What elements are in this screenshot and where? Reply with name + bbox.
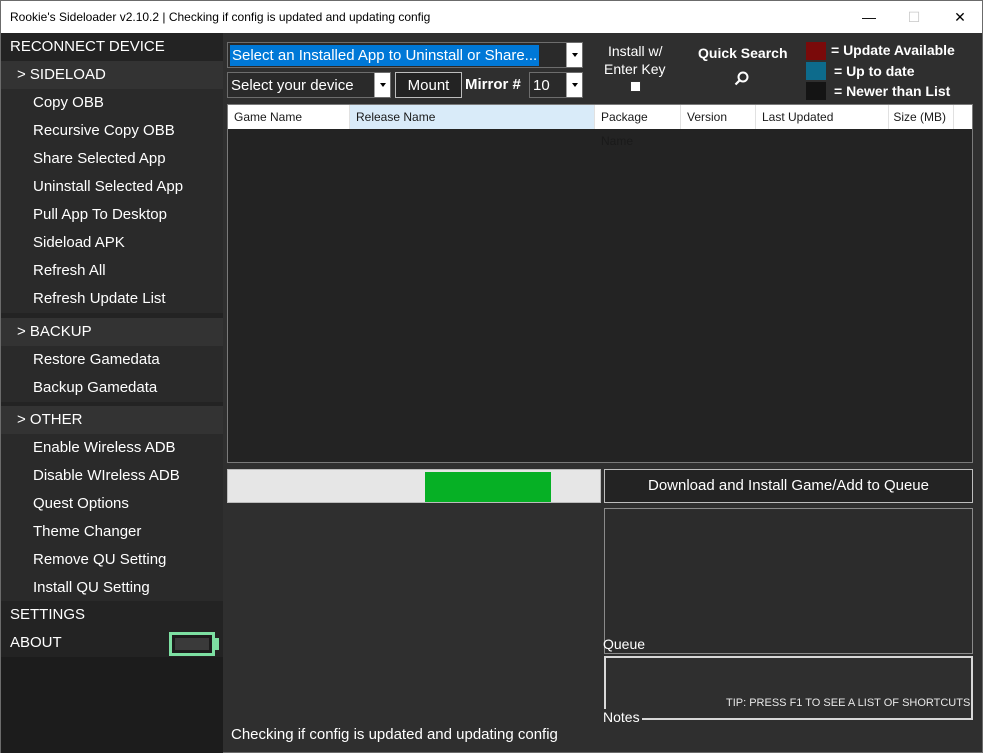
mirror-select[interactable]: 10 (529, 72, 583, 98)
shortcut-tip: TIP: PRESS F1 TO SEE A LIST OF SHORTCUTS (726, 697, 971, 709)
status-text: Checking if config is updated and updati… (231, 726, 558, 743)
update-available-swatch (806, 42, 826, 60)
app-window: Rookie's Sideloader v2.10.2 | Checking i… (0, 0, 983, 753)
mirror-select-value: 10 (533, 77, 550, 94)
close-button[interactable]: ✕ (948, 5, 972, 29)
up-to-date-label: = Up to date (834, 63, 915, 79)
queue-label: Queue (603, 636, 646, 652)
update-available-label: = Update Available (831, 42, 955, 58)
game-list-header: Game Name Release Name Package Name Vers… (228, 105, 972, 148)
column-version[interactable]: Version (681, 105, 756, 129)
queue-panel[interactable] (604, 508, 973, 654)
install-enter-key-label-1: Install w/ (608, 43, 663, 59)
sideload-apk-button[interactable]: Sideload APK (1, 229, 223, 257)
chevron-down-icon[interactable] (566, 43, 582, 67)
column-package-name[interactable]: Package Name (595, 105, 681, 148)
mount-button[interactable]: Mount (395, 72, 462, 98)
installed-app-select[interactable]: Select an Installed App to Uninstall or … (227, 42, 583, 68)
column-last-updated[interactable]: Last Updated (756, 105, 889, 129)
download-progress-fill (425, 472, 551, 502)
column-release-name[interactable]: Release Name (350, 105, 595, 129)
download-progress-bar (227, 469, 601, 503)
enable-wireless-adb-button[interactable]: Enable Wireless ADB (1, 434, 223, 462)
download-install-button[interactable]: Download and Install Game/Add to Queue (604, 469, 973, 503)
restore-gamedata-button[interactable]: Restore Gamedata (1, 346, 223, 374)
title-bar: Rookie's Sideloader v2.10.2 | Checking i… (1, 1, 982, 33)
newer-than-list-swatch (806, 82, 826, 100)
battery-icon (169, 632, 215, 656)
install-enter-key-checkbox[interactable] (630, 81, 641, 92)
pull-app-to-desktop-button[interactable]: Pull App To Desktop (1, 201, 223, 229)
game-list[interactable]: Game Name Release Name Package Name Vers… (227, 104, 973, 463)
disable-wireless-adb-button[interactable]: Disable WIreless ADB (1, 462, 223, 490)
backup-section-header[interactable]: > BACKUP (1, 318, 223, 346)
search-icon[interactable] (733, 70, 751, 88)
remove-qu-setting-button[interactable]: Remove QU Setting (1, 546, 223, 574)
column-spacer (954, 105, 972, 129)
copy-obb-button[interactable]: Copy OBB (1, 89, 223, 117)
chevron-down-icon[interactable] (566, 73, 582, 97)
chevron-down-icon[interactable] (374, 73, 390, 97)
battery-tip (215, 638, 219, 650)
recursive-copy-obb-button[interactable]: Recursive Copy OBB (1, 117, 223, 145)
install-enter-key-label-2: Enter Key (604, 61, 666, 77)
refresh-all-button[interactable]: Refresh All (1, 257, 223, 285)
device-select-value: Select your device (231, 77, 354, 94)
other-section-header[interactable]: > OTHER (1, 406, 223, 434)
settings-button[interactable]: SETTINGS (1, 601, 223, 629)
installed-app-select-value: Select an Installed App to Uninstall or … (230, 45, 540, 66)
newer-than-list-label: = Newer than List (834, 83, 951, 99)
sidebar-footer (1, 657, 223, 753)
share-selected-app-button[interactable]: Share Selected App (1, 145, 223, 173)
uninstall-selected-app-button[interactable]: Uninstall Selected App (1, 173, 223, 201)
minimize-button[interactable]: — (857, 5, 881, 29)
backup-gamedata-button[interactable]: Backup Gamedata (1, 374, 223, 402)
reconnect-device-button[interactable]: RECONNECT DEVICE (1, 33, 223, 61)
quick-search-label: Quick Search (698, 45, 788, 61)
mirror-label: Mirror # (465, 76, 521, 93)
theme-changer-button[interactable]: Theme Changer (1, 518, 223, 546)
notes-label: Notes (603, 709, 642, 725)
column-size[interactable]: Size (MB) (889, 105, 954, 129)
device-select[interactable]: Select your device (227, 72, 391, 98)
column-game-name[interactable]: Game Name (228, 105, 350, 129)
maximize-button[interactable]: ☐ (902, 5, 926, 29)
refresh-update-list-button[interactable]: Refresh Update List (1, 285, 223, 313)
notes-panel[interactable] (604, 656, 973, 720)
sideload-section-header[interactable]: > SIDELOAD (1, 61, 223, 89)
window-title: Rookie's Sideloader v2.10.2 | Checking i… (10, 10, 431, 24)
up-to-date-swatch (806, 62, 826, 80)
quest-options-button[interactable]: Quest Options (1, 490, 223, 518)
install-qu-setting-button[interactable]: Install QU Setting (1, 574, 223, 602)
